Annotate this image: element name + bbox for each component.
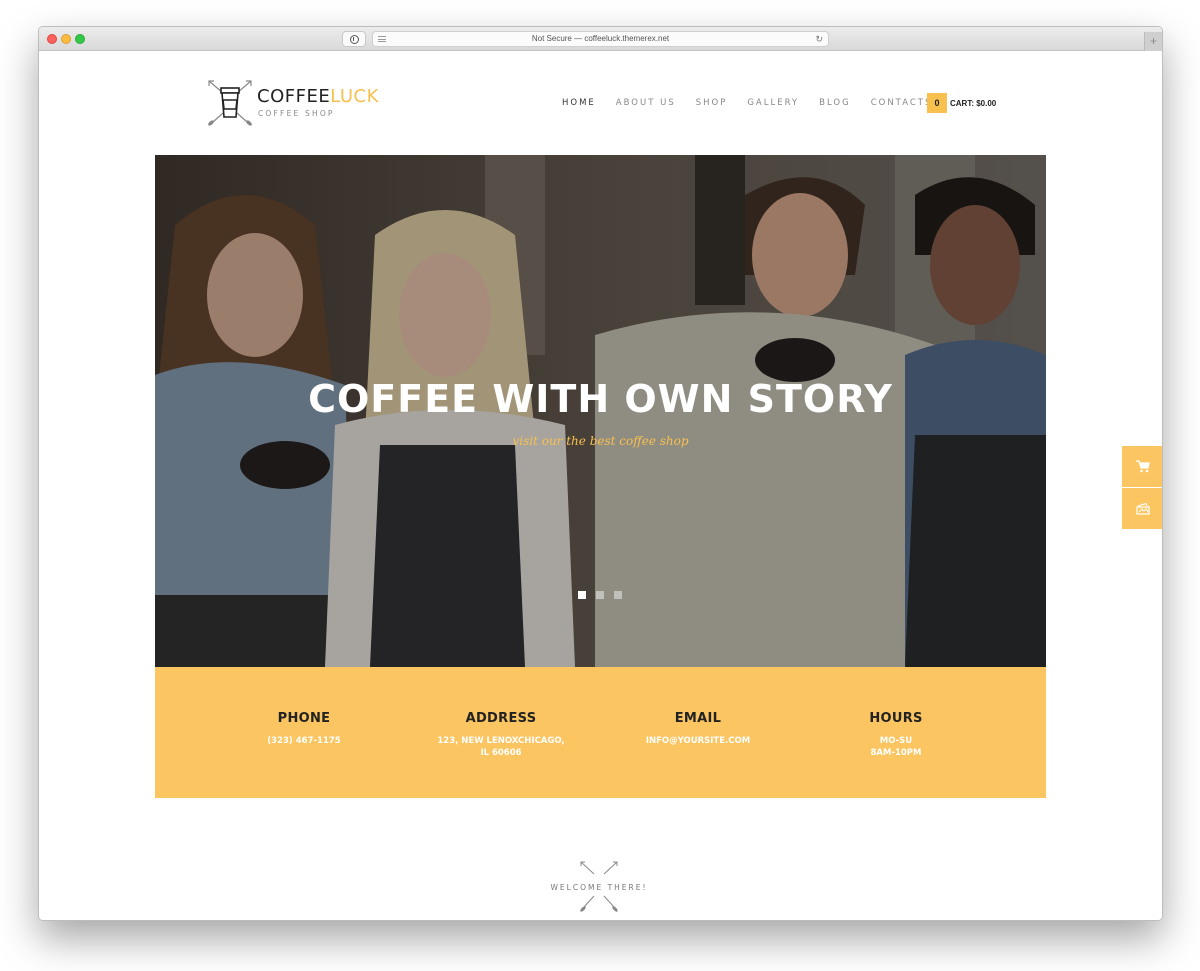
side-cart-button[interactable]	[1122, 446, 1162, 487]
logo-name-main: COFFEE	[257, 86, 331, 107]
info-email-title: EMAIL	[674, 711, 722, 726]
nav-about-us[interactable]: ABOUT US	[616, 98, 676, 108]
info-phone-value[interactable]: (323) 467-1175	[267, 736, 340, 746]
reload-icon[interactable]: ↻	[815, 33, 823, 45]
url-text: Not Secure — coffeeluck.themerex.net	[531, 34, 670, 43]
hero-title: COFFEE WITH OWN STORY	[308, 377, 893, 421]
maximize-window-button[interactable]	[75, 34, 85, 44]
info-address: ADDRESS 123, NEW LENOXCHICAGO, IL 60606	[401, 711, 601, 759]
nav-blog[interactable]: BLOG	[819, 98, 851, 108]
site-logo[interactable]: COFFEELUCK COFFEE SHOP	[205, 77, 385, 127]
slider-dot-3[interactable]	[614, 591, 622, 599]
info-hours-title: HOURS	[869, 711, 923, 726]
nav-gallery[interactable]: GALLERY	[747, 98, 799, 108]
gallery-icon	[1136, 502, 1150, 515]
info-address-line-2: IL 60606	[480, 748, 522, 758]
close-window-button[interactable]	[47, 34, 57, 44]
info-hours: HOURS MO-SU 8AM-10PM	[796, 711, 996, 759]
info-phone-title: PHONE	[277, 711, 331, 726]
coffee-cup-arrows-icon	[208, 80, 252, 126]
nav-contacts[interactable]: CONTACTS	[871, 98, 933, 108]
slider-dot-1[interactable]	[578, 591, 586, 599]
info-phone: PHONE (323) 467-1175	[204, 711, 404, 747]
logo-name: COFFEELUCK	[257, 86, 379, 107]
address-bar[interactable]: Not Secure — coffeeluck.themerex.net ↻	[372, 31, 829, 47]
info-hours-days: MO-SU	[879, 736, 913, 746]
info-address-title: ADDRESS	[465, 711, 537, 726]
contact-info-strip: PHONE (323) 467-1175 ADDRESS 123, NEW LE…	[155, 667, 1046, 798]
browser-window: Not Secure — coffeeluck.themerex.net ↻ +	[38, 26, 1163, 921]
minimize-window-button[interactable]	[61, 34, 71, 44]
logo-subtitle: COFFEE SHOP	[258, 109, 335, 118]
nav-shop[interactable]: SHOP	[696, 98, 728, 108]
reader-view-icon[interactable]	[378, 36, 386, 42]
side-gallery-button[interactable]	[1122, 488, 1162, 529]
welcome-text: WELCOME THERE!	[550, 883, 648, 892]
browser-titlebar: Not Secure — coffeeluck.themerex.net ↻ +	[39, 27, 1162, 51]
slider-pagination	[578, 591, 622, 599]
main-nav: HOME ABOUT US SHOP GALLERY BLOG CONTACTS	[562, 98, 952, 108]
hero-slider[interactable]: COFFEE WITH OWN STORY visit our the best…	[155, 155, 1046, 667]
web-page: COFFEELUCK COFFEE SHOP HOME ABOUT US SHO…	[39, 52, 1162, 920]
info-email: EMAIL INFO@YOURSITE.COM	[598, 711, 798, 747]
cart-icon	[1136, 460, 1150, 473]
hero-subtitle: visit our the best coffee shop	[512, 434, 689, 448]
nav-home[interactable]: HOME	[562, 98, 596, 108]
new-tab-button[interactable]: +	[1144, 32, 1162, 51]
info-hours-time: 8AM-10PM	[870, 748, 922, 758]
privacy-report-button[interactable]	[342, 31, 366, 47]
welcome-heading: WELCOME THERE!	[544, 858, 654, 918]
cart-count-badge: 0	[927, 93, 947, 113]
cart-total: CART: $0.00	[950, 98, 997, 108]
logo-name-accent: LUCK	[330, 86, 379, 107]
info-address-line-1: 123, NEW LENOXCHICAGO,	[437, 736, 565, 746]
header-cart[interactable]: 0 CART: $0.00	[927, 93, 996, 113]
slider-dot-2[interactable]	[596, 591, 604, 599]
info-email-value[interactable]: INFO@YOURSITE.COM	[646, 736, 750, 746]
privacy-icon	[349, 34, 359, 44]
